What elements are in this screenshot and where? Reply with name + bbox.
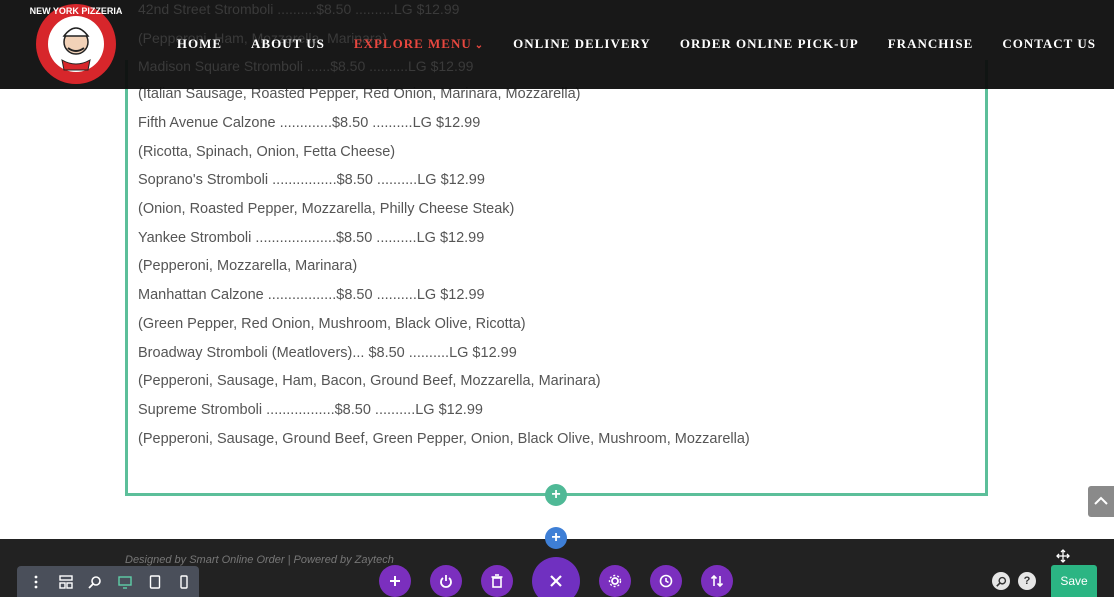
desktop-icon[interactable] [110, 566, 140, 597]
menu-line: (Green Pepper, Red Onion, Mushroom, Blac… [138, 316, 526, 332]
scroll-to-top-button[interactable] [1088, 486, 1114, 517]
nav-item-franchise[interactable]: FRANCHISE [859, 36, 974, 52]
menu-line: (Pepperoni, Sausage, Ground Beef, Green … [138, 431, 750, 447]
menu-line: (Ricotta, Spinach, Onion, Fetta Cheese) [138, 144, 396, 160]
menu-dots-icon[interactable] [21, 566, 51, 597]
menu-line: (Pepperoni, Sausage, Ham, Bacon, Ground … [138, 373, 601, 389]
nav-item-explore-menu[interactable]: EXPLORE MENU ⌄ [325, 36, 484, 52]
search-button[interactable] [992, 572, 1010, 590]
nav-item-order-online-pick-up[interactable]: ORDER ONLINE PICK-UP [651, 36, 859, 52]
menu-line: Broadway Stromboli (Meatlovers)... $8.50… [138, 345, 517, 361]
nav-item-explore-menu-label: EXPLORE MENU [353, 36, 472, 51]
menu-line-faded: 42nd Street Stromboli ..........$8.50 ..… [138, 1, 460, 17]
disable-button[interactable] [430, 565, 462, 597]
search-icon [995, 576, 1006, 587]
chevron-down-icon: ⌄ [474, 40, 485, 51]
nav-item-online-delivery[interactable]: ONLINE DELIVERY [484, 36, 651, 52]
menu-line: Soprano's Stromboli ................$8.5… [138, 172, 485, 188]
nav-item-about-us[interactable]: ABOUT US [222, 36, 325, 52]
add-button[interactable] [379, 565, 411, 597]
nav-item-home[interactable]: HOME [148, 36, 222, 52]
wireframe-icon[interactable] [51, 566, 81, 597]
save-button[interactable]: Save [1051, 565, 1097, 597]
close-icon [550, 575, 562, 587]
trash-icon [491, 574, 503, 588]
menu-line: Manhattan Calzone .................$8.50… [138, 287, 485, 303]
settings-icon [608, 574, 622, 588]
add-row-button[interactable]: + [545, 527, 567, 549]
exit-builder-button[interactable] [532, 557, 580, 597]
footer-credit: Designed by Smart Online Order | Powered… [125, 554, 394, 566]
nav-item-contact-us[interactable]: CONTACT US [973, 36, 1096, 52]
menu-line: Fifth Avenue Calzone .............$8.50 … [138, 115, 481, 131]
chevron-up-icon [1094, 496, 1108, 505]
pizzeria-logo[interactable]: NEW YORK PIZZERIA [30, 2, 126, 86]
zoom-icon[interactable] [80, 566, 110, 597]
menu-line-faded: Madison Square Stromboli ......$8.50 ...… [138, 58, 474, 74]
portability-button[interactable] [701, 565, 733, 597]
add-module-button[interactable]: + [545, 484, 567, 506]
menu-line: Yankee Stromboli ....................$8.… [138, 230, 485, 246]
menu-line: (Pepperoni, Mozzarella, Marinara) [138, 258, 358, 274]
menu-line: (Onion, Roasted Pepper, Mozzarella, Phil… [138, 201, 515, 217]
main-nav: HOME ABOUT US EXPLORE MENU ⌄ ONLINE DELIV… [148, 36, 1096, 52]
phone-icon[interactable] [169, 566, 199, 597]
power-icon [440, 575, 452, 588]
page-settings-button[interactable] [599, 565, 631, 597]
history-icon [659, 574, 673, 588]
move-icon[interactable] [1056, 549, 1070, 563]
tablet-icon[interactable] [140, 566, 170, 597]
logo-top-text: NEW YORK PIZZERIA [30, 6, 123, 16]
history-button[interactable] [650, 565, 682, 597]
builder-view-toolbar [17, 566, 199, 597]
help-button[interactable]: ? [1018, 572, 1036, 590]
delete-button[interactable] [481, 565, 513, 597]
menu-line: Supreme Stromboli .................$8.50… [138, 402, 483, 418]
sort-icon [710, 574, 724, 588]
add-icon [390, 576, 400, 586]
